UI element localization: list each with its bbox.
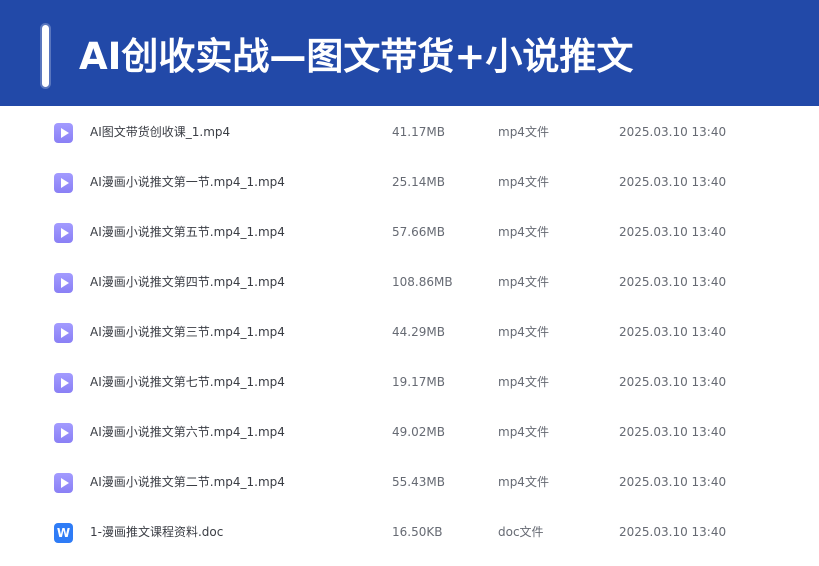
file-type: doc文件 xyxy=(498,525,544,539)
word-doc-icon: W xyxy=(54,523,73,543)
file-type: mp4文件 xyxy=(498,175,549,189)
file-modified: 2025.03.10 13:40 xyxy=(619,425,727,439)
file-name[interactable]: AI图文带货创收课_1.mp4 xyxy=(90,107,230,157)
file-name[interactable]: AI漫画小说推文第一节.mp4_1.mp4 xyxy=(90,157,285,207)
video-file-icon xyxy=(54,473,73,493)
file-modified: 2025.03.10 13:40 xyxy=(619,475,727,489)
file-type: mp4文件 xyxy=(498,125,549,139)
file-type: mp4文件 xyxy=(498,275,549,289)
file-name[interactable]: AI漫画小说推文第六节.mp4_1.mp4 xyxy=(90,407,285,457)
file-name[interactable]: AI漫画小说推文第七节.mp4_1.mp4 xyxy=(90,357,285,407)
video-file-icon xyxy=(54,173,73,193)
file-row[interactable]: AI漫画小说推文第二节.mp4_1.mp4 55.43MB mp4文件 2025… xyxy=(0,457,819,507)
file-row[interactable]: AI图文带货创收课_1.mp4 41.17MB mp4文件 2025.03.10… xyxy=(0,107,819,157)
video-file-icon xyxy=(54,323,73,343)
video-file-icon xyxy=(54,223,73,243)
page-title: AI创收实战—图文带货+小说推文 xyxy=(79,35,634,78)
file-modified: 2025.03.10 13:40 xyxy=(619,175,727,189)
file-list: AI图文带货创收课_1.mp4 41.17MB mp4文件 2025.03.10… xyxy=(0,107,819,557)
file-size: 49.02MB xyxy=(392,425,445,439)
file-name[interactable]: AI漫画小说推文第四节.mp4_1.mp4 xyxy=(90,257,285,307)
file-type: mp4文件 xyxy=(498,225,549,239)
file-row[interactable]: W 1-漫画推文课程资料.doc 16.50KB doc文件 2025.03.1… xyxy=(0,507,819,557)
file-type: mp4文件 xyxy=(498,375,549,389)
title-accent-bar xyxy=(42,25,49,87)
file-type: mp4文件 xyxy=(498,425,549,439)
file-size: 41.17MB xyxy=(392,125,445,139)
file-name[interactable]: 1-漫画推文课程资料.doc xyxy=(90,507,223,557)
file-name[interactable]: AI漫画小说推文第二节.mp4_1.mp4 xyxy=(90,457,285,507)
file-row[interactable]: AI漫画小说推文第七节.mp4_1.mp4 19.17MB mp4文件 2025… xyxy=(0,357,819,407)
file-row[interactable]: AI漫画小说推文第三节.mp4_1.mp4 44.29MB mp4文件 2025… xyxy=(0,307,819,357)
file-size: 16.50KB xyxy=(392,525,443,539)
file-type: mp4文件 xyxy=(498,475,549,489)
file-modified: 2025.03.10 13:40 xyxy=(619,125,727,139)
file-size: 44.29MB xyxy=(392,325,445,339)
file-modified: 2025.03.10 13:40 xyxy=(619,325,727,339)
file-size: 55.43MB xyxy=(392,475,445,489)
video-file-icon xyxy=(54,423,73,443)
file-name[interactable]: AI漫画小说推文第五节.mp4_1.mp4 xyxy=(90,207,285,257)
video-file-icon xyxy=(54,273,73,293)
file-name[interactable]: AI漫画小说推文第三节.mp4_1.mp4 xyxy=(90,307,285,357)
file-row[interactable]: AI漫画小说推文第六节.mp4_1.mp4 49.02MB mp4文件 2025… xyxy=(0,407,819,457)
video-file-icon xyxy=(54,373,73,393)
file-size: 19.17MB xyxy=(392,375,445,389)
file-size: 25.14MB xyxy=(392,175,445,189)
file-size: 108.86MB xyxy=(392,275,453,289)
file-row[interactable]: AI漫画小说推文第四节.mp4_1.mp4 108.86MB mp4文件 202… xyxy=(0,257,819,307)
file-modified: 2025.03.10 13:40 xyxy=(619,225,727,239)
video-file-icon xyxy=(54,123,73,143)
file-type: mp4文件 xyxy=(498,325,549,339)
file-row[interactable]: AI漫画小说推文第五节.mp4_1.mp4 57.66MB mp4文件 2025… xyxy=(0,207,819,257)
header-banner: AI创收实战—图文带货+小说推文 xyxy=(0,0,819,106)
file-size: 57.66MB xyxy=(392,225,445,239)
file-modified: 2025.03.10 13:40 xyxy=(619,525,727,539)
file-modified: 2025.03.10 13:40 xyxy=(619,275,727,289)
file-modified: 2025.03.10 13:40 xyxy=(619,375,727,389)
file-row[interactable]: AI漫画小说推文第一节.mp4_1.mp4 25.14MB mp4文件 2025… xyxy=(0,157,819,207)
